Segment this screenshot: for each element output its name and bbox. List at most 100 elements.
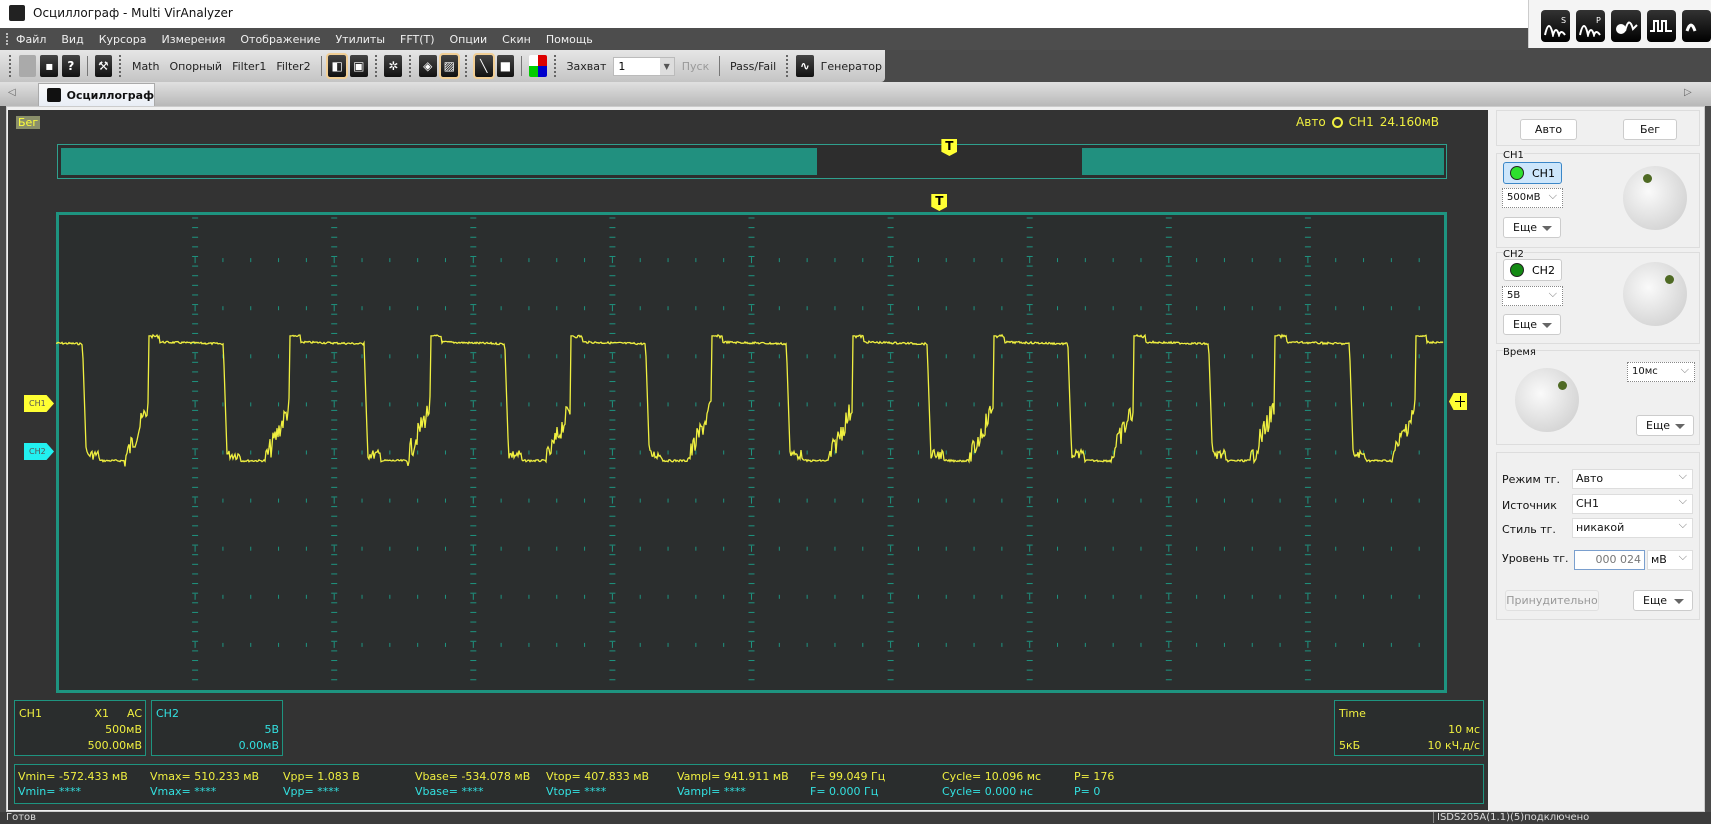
trigger-mode-select[interactable]: Авто [1572,469,1693,489]
help-icon[interactable]: ? [62,55,80,77]
run-button[interactable]: Бег [1623,119,1677,140]
menu-display[interactable]: Отображение [240,33,320,46]
trigger-source-label: Источник тг. [1502,499,1557,511]
scroll-left-icon[interactable]: ◁ [8,87,16,98]
toolbar-grip [786,55,789,77]
overview-bar[interactable] [57,144,1447,179]
chevron-down-icon[interactable]: ▼ [659,57,674,75]
snapshot-icon[interactable]: ✲ [384,55,403,77]
line-draw-icon[interactable]: ╲ [473,53,495,79]
trigger-source-select[interactable]: CH1 [1572,494,1693,514]
title-bar: Осциллограф - Multi VirAnalyzer [0,0,1711,28]
menu-file[interactable]: Файл [16,33,46,46]
separator [521,56,523,76]
ch2-measurement: Vbase= **** [415,785,484,798]
skin-s-icon[interactable]: S [1541,10,1571,42]
ch2-measurement: P= 0 [1074,785,1101,798]
svg-text:P: P [1596,16,1601,25]
ch1-scale: 500мВ [105,723,142,736]
measurement-column: Vbase= -534.078 мВ Vbase= **** [415,769,530,799]
time-scale-select[interactable]: 10мс [1627,362,1695,382]
svg-text:S: S [1561,16,1566,25]
ch1-info-name: CH1 [19,707,42,720]
menu-view[interactable]: Вид [61,33,83,46]
skin-5-icon[interactable] [1681,10,1711,42]
ch2-more-button[interactable]: Еще [1503,314,1561,335]
menu-cursors[interactable]: Курсора [99,33,147,46]
time-info-box: Time 10 мс 5кБ 10 кЧ.д/с [1334,700,1484,756]
ch2-led-icon [1510,263,1524,277]
status-text: Готов [6,812,37,823]
ch1-more-button[interactable]: Еще [1503,217,1561,238]
color-palette-icon[interactable] [529,55,547,77]
toolbar-grip [374,55,378,77]
trigger-level-input[interactable]: 000 024 [1574,550,1645,570]
save-icon[interactable]: ▪ [40,55,59,77]
waveform-canvas [56,217,1444,681]
ch2-measurement: F= 0.000 Гц [810,785,879,798]
overview-outside-right [1082,148,1444,175]
generator-icon[interactable]: ∿ [796,55,814,77]
ch1-scale-select[interactable]: 500мВ [1502,188,1563,208]
trigger-style-select[interactable]: никакой [1572,518,1693,538]
stop-icon[interactable]: ■ [496,55,515,77]
trigger-level-unit-select[interactable]: мВ [1647,550,1693,570]
filter1-button[interactable]: Filter1 [232,60,266,73]
skin-p-icon[interactable]: P [1576,10,1606,42]
trigger-ring-icon [1331,116,1343,128]
skin-square-icon[interactable] [1646,10,1676,42]
ch2-toggle-button[interactable]: CH2 [1503,259,1562,281]
passfail-button[interactable]: Pass/Fail [730,60,776,73]
ch1-led-icon [1510,166,1524,180]
time-scale-knob[interactable] [1515,368,1579,432]
sample-rate: 10 кЧ.д/с [1427,739,1480,752]
filter2-button[interactable]: Filter2 [276,60,310,73]
hammer-icon[interactable]: ⚒ [94,55,113,77]
trigger-status: Авто CH1 24.160мВ [1296,115,1439,129]
ch1-coupling: AC [126,707,142,720]
scroll-right-icon[interactable]: ▷ [1684,87,1692,98]
force-trigger-button[interactable]: Принудительно [1505,590,1599,611]
math-button[interactable]: Math [132,60,160,73]
knob-indicator [1558,381,1567,390]
menu-help[interactable]: Помощь [546,33,593,46]
time-group-label: Время [1503,347,1536,358]
ch2-offset: 0.00мВ [238,739,279,752]
split-view-icon[interactable]: ◧ [326,53,348,79]
ch2-info-box: CH2 5В 0.00мВ [151,700,283,756]
tab-label: Осциллограф [66,88,154,102]
reference-button[interactable]: Опорный [169,60,222,73]
menu-measurements[interactable]: Измерения [162,33,226,46]
probe-icon[interactable]: ◈ [418,55,437,77]
ch2-scale-knob[interactable] [1623,262,1687,326]
ch2-measurement: Vtop= **** [546,785,607,798]
trigger-more-button[interactable]: Еще [1633,590,1693,611]
auto-button[interactable]: Авто [1520,119,1577,140]
menu-skin[interactable]: Скин [502,33,531,46]
capture-combo[interactable]: 1 ▼ [613,56,675,76]
measurement-column: F= 99.049 Гц F= 0.000 Гц [810,769,885,799]
menu-utilities[interactable]: Утилиты [335,33,385,46]
measurement-column: Vmin= -572.433 мВ Vmin= **** [18,769,128,799]
ch2-info-name: CH2 [156,707,179,720]
ch1-toggle-button[interactable]: CH1 [1503,162,1562,184]
menu-fft[interactable]: FFT(T) [400,33,434,46]
ch1-measurement: F= 99.049 Гц [810,770,886,783]
skin-3-icon[interactable] [1611,10,1641,42]
ch1-measurement: Vbase= -534.078 мВ [415,770,531,783]
run-state-indicator: Бег [16,116,41,129]
ch2-scale: 5В [264,723,279,736]
generator-button[interactable]: Генератор [821,60,882,73]
tab-oscilloscope[interactable]: Осциллограф [38,83,155,106]
start-button[interactable]: Пуск [682,60,709,73]
menu-options[interactable]: Опции [450,33,488,46]
open-file-icon[interactable] [18,55,37,77]
time-more-button[interactable]: Еще [1636,415,1694,436]
ch2-scale-select[interactable]: 5В [1502,286,1563,306]
single-view-icon[interactable]: ▣ [350,55,368,77]
toolbar-grip [119,55,122,77]
ch1-scale-knob[interactable] [1623,166,1687,230]
ch1-measurement: Vpp= 1.083 В [283,770,360,783]
trigger-level-text: 24.160мВ [1379,115,1439,129]
display-mode-icon[interactable]: ▨ [438,53,461,79]
